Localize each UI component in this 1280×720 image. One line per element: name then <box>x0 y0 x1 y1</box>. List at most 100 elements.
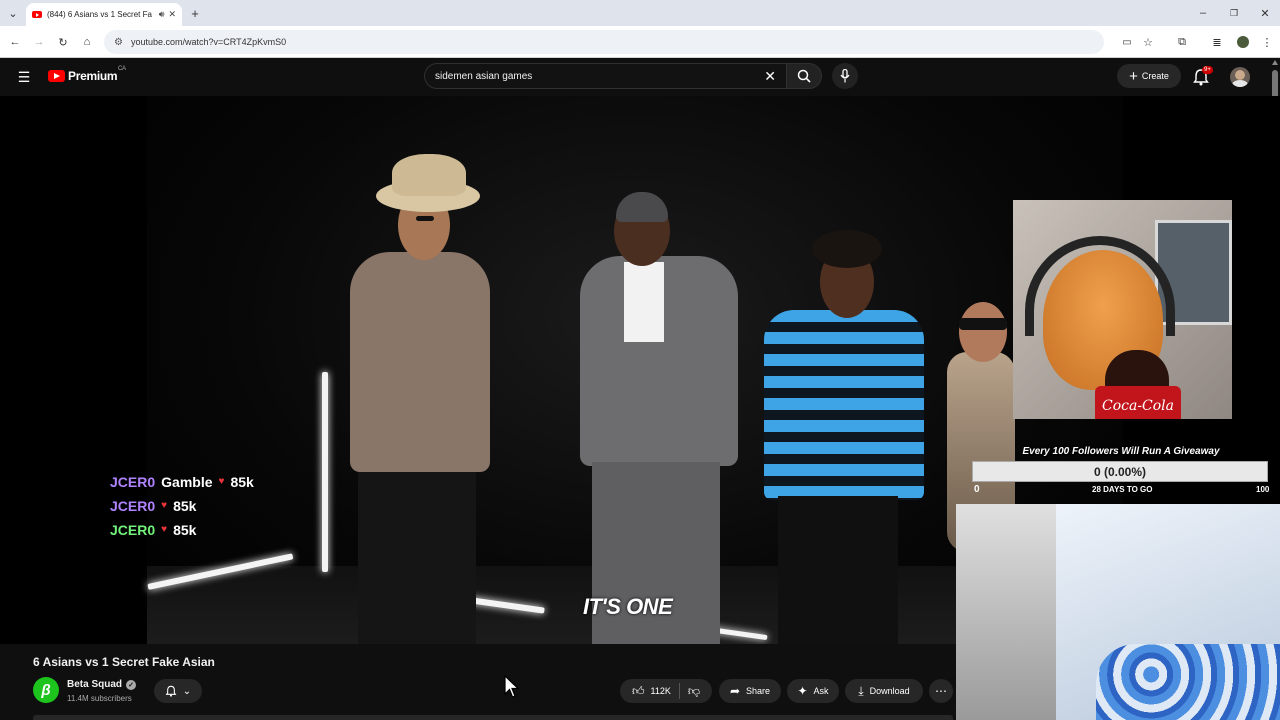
more-horizontal-icon: ⋯ <box>935 684 947 698</box>
person-striped <box>756 230 932 644</box>
close-tab-icon[interactable]: ✕ <box>168 9 176 20</box>
create-button[interactable]: + Create <box>1117 64 1181 88</box>
more-actions-button[interactable]: ⋯ <box>929 679 953 703</box>
speaker-icon[interactable]: 🔊︎ <box>159 9 165 20</box>
goal-max: 100 <box>1256 485 1270 494</box>
clear-search-icon[interactable]: ✕ <box>764 68 776 85</box>
ticker-row: JCER0 ♥ 85k <box>110 494 254 518</box>
thumbs-down-icon: 👎︎ <box>687 683 701 698</box>
ticker-amount: 85k <box>230 474 254 490</box>
address-bar[interactable]: ⚙ youtube.com/watch?v=CRT4ZpKvmS0 <box>104 30 1104 54</box>
scroll-up-arrow-icon[interactable] <box>1272 60 1278 65</box>
reading-list-icon[interactable]: ≣ <box>1210 35 1224 49</box>
bookmark-star-icon[interactable]: ☆ <box>1141 35 1155 49</box>
bottle-label: Coca-Cola <box>1095 386 1181 419</box>
ticker-user: JCER0 <box>110 474 156 490</box>
ask-label: Ask <box>813 686 829 696</box>
ticker-amount: 85k <box>173 522 197 538</box>
subscribed-button[interactable]: ⌄ <box>154 679 202 703</box>
video-info: 6 Asians vs 1 Secret Fake Asian β Beta S… <box>0 644 956 720</box>
chrome-menu-icon[interactable]: ⋮ <box>1260 35 1274 49</box>
goal-title: Every 100 Followers Will Run A Giveaway <box>1022 446 1220 457</box>
logo-text: Premium <box>68 69 118 83</box>
goal-progress-bar: 0 (0.00%) <box>972 461 1268 482</box>
share-label: Share <box>746 686 771 696</box>
donation-ticker: JCER0 Gamble ♥ 85k JCER0 ♥ 85k JCER0 ♥ 8… <box>110 470 254 542</box>
channel-name: Beta Squad <box>67 679 123 690</box>
address-bar-row: ← → ↻ ⌂ ⚙ youtube.com/watch?v=CRT4ZpKvmS… <box>0 26 1280 58</box>
youtube-premium-logo[interactable]: Premium CA <box>48 66 126 83</box>
thumbs-up-icon: 👍︎ <box>631 683 645 698</box>
chevron-down-icon: ⌄ <box>182 685 192 697</box>
video-title: 6 Asians vs 1 Secret Fake Asian <box>33 655 215 669</box>
ticker-row: JCER0 Gamble ♥ 85k <box>110 470 254 494</box>
share-icon: ➦ <box>729 684 741 698</box>
tab-title: (844) 6 Asians vs 1 Secret Fa <box>47 10 152 19</box>
bell-icon <box>165 685 177 697</box>
cat-webcam-overlay: Coca-Cola <box>1013 200 1232 419</box>
ask-button[interactable]: ✦ Ask <box>787 679 839 703</box>
search-input[interactable]: sidemen asian games ✕ <box>424 63 786 89</box>
youtube-play-icon <box>48 70 65 82</box>
channel-name-link[interactable]: Beta Squad ✓ <box>67 679 137 690</box>
person-hoodie <box>574 192 744 644</box>
share-button[interactable]: ➦ Share <box>719 679 781 703</box>
restore-button[interactable]: ❐ <box>1227 6 1241 20</box>
forward-button[interactable]: → <box>32 35 46 49</box>
ticker-user: JCER0 <box>110 498 156 514</box>
search-button[interactable] <box>786 63 822 89</box>
profile-icon[interactable] <box>1236 35 1250 49</box>
ticker-user: JCER0 <box>110 522 156 538</box>
search-query: sidemen asian games <box>435 70 533 82</box>
back-button[interactable]: ← <box>8 35 22 49</box>
ticker-row: JCER0 ♥ 85k <box>110 518 254 542</box>
youtube-favicon-icon <box>32 11 42 18</box>
verified-check-icon: ✓ <box>126 679 137 690</box>
headphones-image <box>1025 236 1175 336</box>
home-button[interactable]: ⌂ <box>80 35 94 49</box>
download-button[interactable]: ⤓ Download <box>845 679 923 703</box>
like-button[interactable]: 👍︎ 112K <box>632 684 671 699</box>
goal-days-left: 28 DAYS TO GO <box>1092 485 1153 494</box>
subscriber-count: 11.4M subscribers <box>67 694 132 703</box>
light-strip <box>322 372 328 572</box>
goal-progress-text: 0 (0.00%) <box>1093 464 1147 479</box>
ticker-game: Gamble <box>161 474 213 490</box>
url-text: youtube.com/watch?v=CRT4ZpKvmS0 <box>130 37 287 47</box>
streamer-facecam <box>956 504 1280 720</box>
hamburger-menu-icon[interactable]: ☰ <box>16 69 32 85</box>
tab-search-button[interactable]: ⌄ <box>6 6 20 20</box>
microphone-icon <box>840 69 850 83</box>
description-box[interactable] <box>33 715 953 720</box>
youtube-header: ☰ Premium CA sidemen asian games ✕ + Cre… <box>0 58 1280 96</box>
browser-tab[interactable]: (844) 6 Asians vs 1 Secret Fa 🔊︎ ✕ <box>26 3 182 26</box>
browser-tab-strip: ⌄ (844) 6 Asians vs 1 Secret Fa 🔊︎ ✕ + –… <box>0 0 1280 26</box>
voice-search-button[interactable] <box>832 63 858 89</box>
site-info-icon[interactable]: ⚙ <box>114 37 123 48</box>
reload-button[interactable]: ↻ <box>56 35 70 49</box>
region-code: CA <box>118 66 126 72</box>
cast-icon[interactable]: ▭ <box>1120 35 1134 49</box>
channel-avatar[interactable]: β <box>33 677 59 703</box>
heart-icon: ♥ <box>218 476 225 487</box>
minimize-button[interactable]: – <box>1196 6 1210 20</box>
create-label: Create <box>1141 71 1169 81</box>
video-caption: IT'S ONE <box>583 594 673 619</box>
person-hat <box>340 152 500 644</box>
channel-initial: β <box>41 681 51 699</box>
dislike-button[interactable]: 👎︎ <box>688 684 700 699</box>
heart-icon: ♥ <box>161 500 168 511</box>
like-dislike-group: 👍︎ 112K 👎︎ <box>620 679 712 703</box>
heart-icon: ♥ <box>161 524 168 535</box>
notification-count-badge: 9+ <box>1202 66 1213 74</box>
plus-icon: + <box>1129 67 1138 85</box>
goal-min: 0 <box>974 484 980 495</box>
account-avatar[interactable] <box>1230 67 1250 87</box>
camo-hat-image <box>1096 644 1280 720</box>
new-tab-button[interactable]: + <box>188 6 202 21</box>
close-window-button[interactable]: ✕ <box>1258 6 1272 20</box>
mouse-cursor-icon <box>504 675 520 698</box>
extensions-icon[interactable]: ⧉ <box>1175 35 1189 49</box>
ticker-amount: 85k <box>173 498 197 514</box>
download-icon: ⤓ <box>858 683 864 698</box>
